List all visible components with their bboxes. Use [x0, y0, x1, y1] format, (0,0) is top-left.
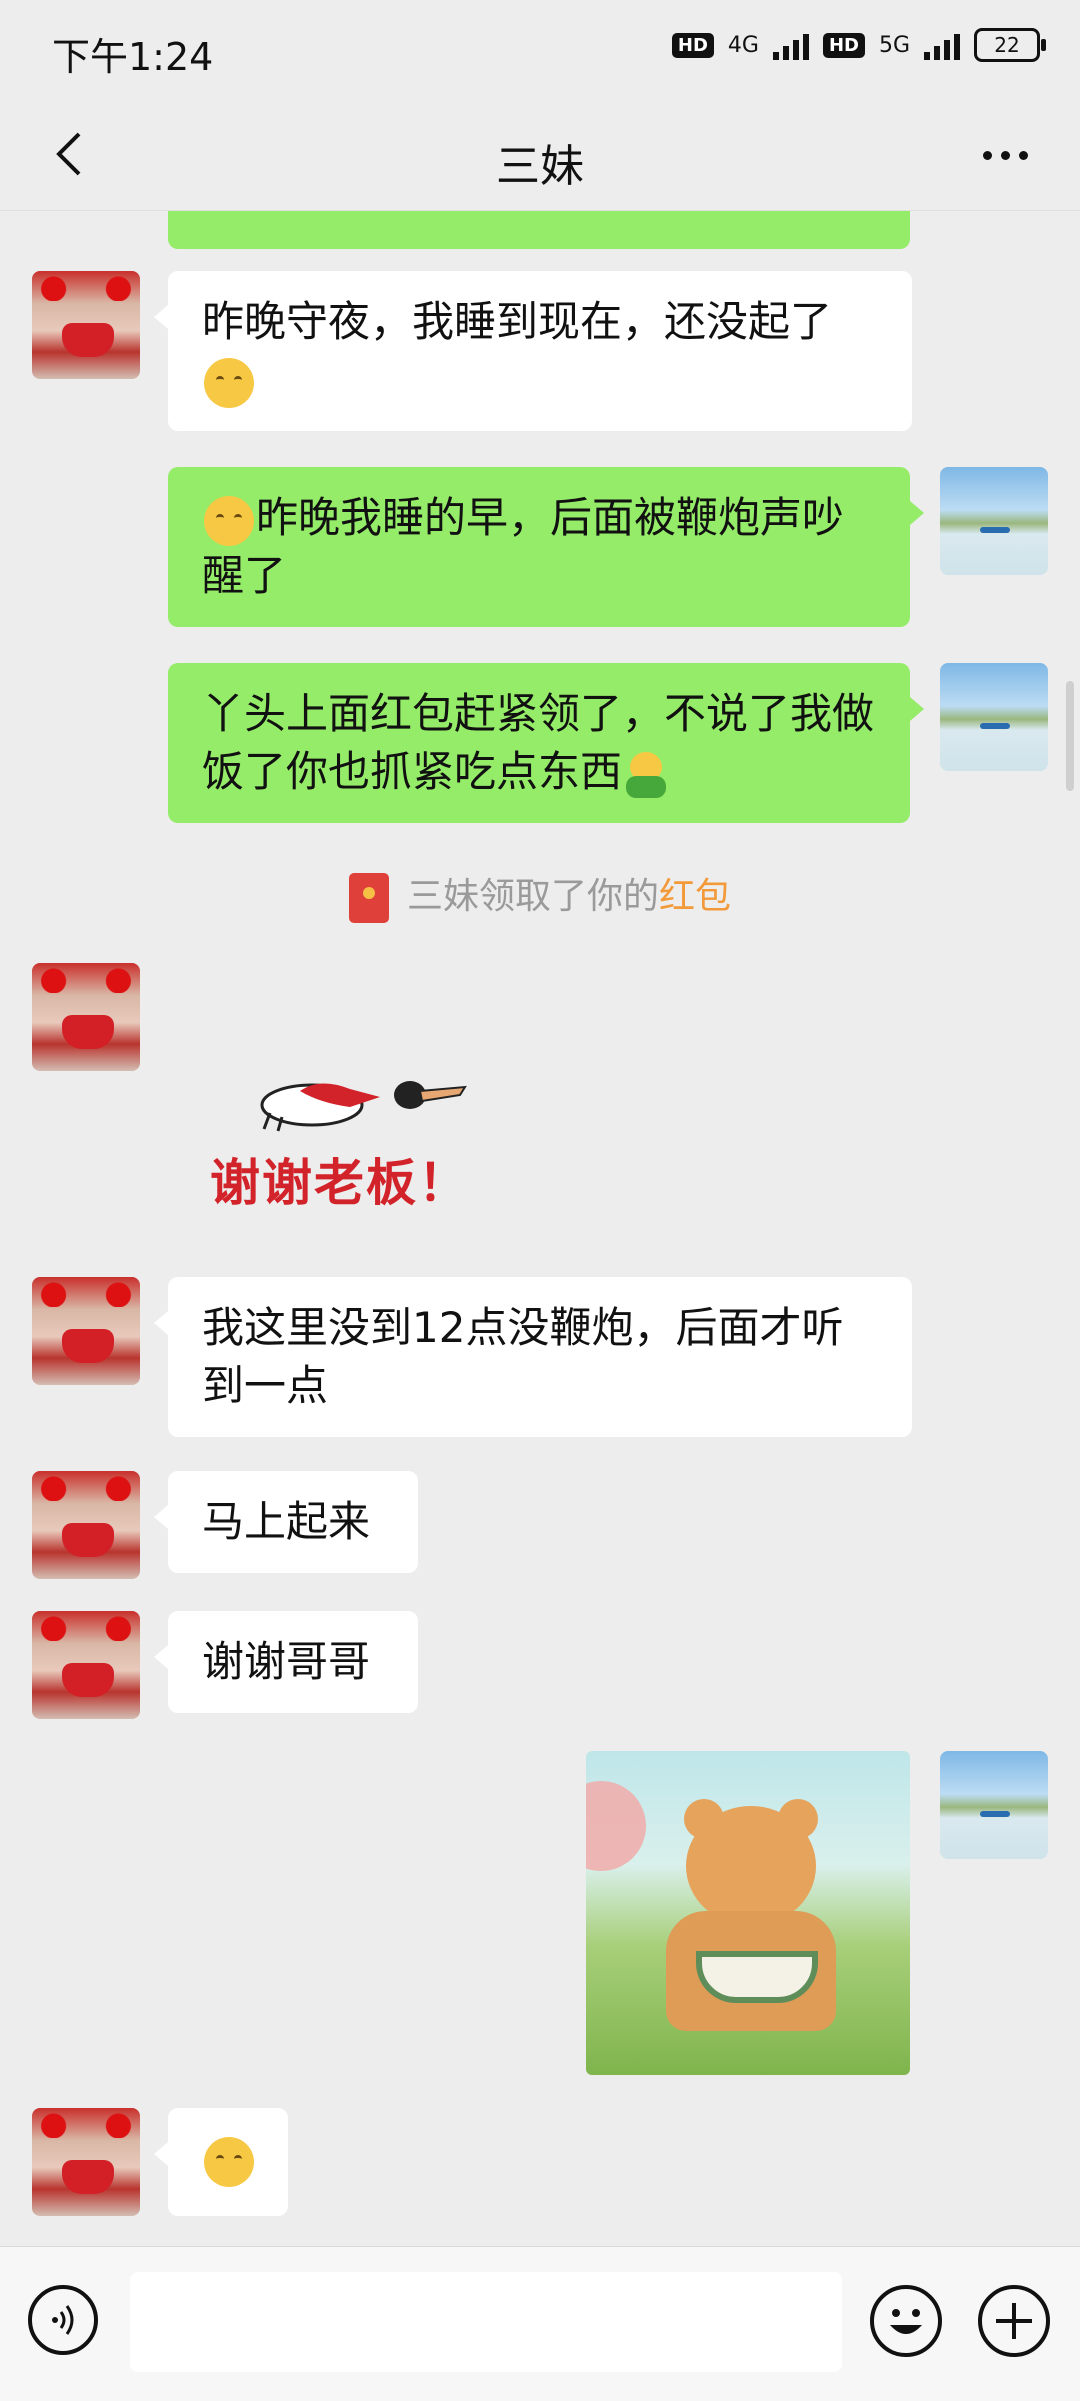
chat-header: 三妹	[0, 100, 1080, 211]
hd-badge-2: HD	[822, 32, 865, 58]
avatar[interactable]	[32, 1611, 140, 1719]
emoji-button[interactable]	[870, 2285, 942, 2357]
scrollbar[interactable]	[1066, 681, 1074, 791]
status-bar: 下午1:24 HD 4G HD 5G 22	[0, 0, 1080, 100]
system-text: 三妹领取了你的	[406, 876, 659, 917]
status-icons: HD 4G HD 5G 22	[671, 28, 1046, 62]
network-label: 4G	[727, 32, 759, 58]
status-time: 下午1:24	[52, 35, 214, 79]
avatar[interactable]	[32, 963, 140, 1071]
avatar[interactable]	[32, 1277, 140, 1385]
message-list[interactable]: 昨晚守夜，我睡到现在，还没起了 昨晚我睡的早，后面被鞭炮声吵醒了 丫头上面红包赶…	[0, 211, 1080, 2246]
message-bubble[interactable]: 马上起来	[154, 1471, 418, 1573]
plus-button[interactable]	[978, 2285, 1050, 2357]
thinking-face-icon	[204, 357, 254, 408]
my-avatar[interactable]	[940, 663, 1048, 771]
network-label-2: 5G	[878, 32, 910, 58]
message-bubble[interactable]: 昨晚我睡的早，后面被鞭炮声吵醒了	[168, 467, 924, 627]
my-avatar[interactable]	[940, 1751, 1048, 1859]
message-text: 谢谢哥哥	[202, 1637, 371, 1686]
plus-icon	[996, 2303, 1032, 2339]
sticker-caption: 谢谢老板！	[210, 1153, 470, 1212]
message-text: 昨晚守夜，我睡到现在，还没起了	[202, 297, 833, 346]
avatar[interactable]	[32, 271, 140, 379]
avatar[interactable]	[32, 2108, 140, 2216]
message-bubble[interactable]: 我这里没到12点没鞭炮，后面才听到一点	[154, 1277, 912, 1437]
message-bubble[interactable]	[154, 2108, 288, 2216]
message-input[interactable]	[130, 2272, 842, 2372]
more-button[interactable]	[970, 130, 1040, 180]
chat-title: 三妹	[496, 141, 584, 192]
battery-icon: 22	[974, 28, 1046, 62]
message-text: 马上起来	[202, 1497, 371, 1546]
message-bubble[interactable]: 谢谢哥哥	[154, 1611, 418, 1713]
more-horizontal-icon	[982, 150, 992, 160]
input-bar	[0, 2246, 1080, 2401]
signal-icon-2	[924, 30, 960, 60]
message-bubble[interactable]: 丫头上面红包赶紧领了，不说了我做饭了你也抓紧吃点东西	[168, 663, 924, 823]
message-text: 昨晚我睡的早，后面被鞭炮声吵醒了	[202, 493, 845, 600]
message-text: 我这里没到12点没鞭炮，后面才听到一点	[202, 1303, 844, 1410]
hugging-face-icon	[622, 750, 670, 800]
message-bubble-partial[interactable]	[168, 211, 910, 249]
message-text: 丫头上面红包赶紧领了，不说了我做饭了你也抓紧吃点东西	[202, 689, 875, 796]
red-packet-icon	[348, 873, 389, 923]
signal-icon	[772, 30, 809, 60]
sweat-face-icon	[204, 495, 254, 546]
voice-icon	[52, 2305, 74, 2335]
shy-face-icon	[204, 2136, 254, 2187]
system-notice: 三妹领取了你的红包	[0, 867, 1080, 923]
emoji-icon	[890, 2309, 922, 2334]
lying-person-icon	[260, 1081, 467, 1132]
my-avatar[interactable]	[940, 467, 1048, 575]
message-bubble[interactable]: 昨晚守夜，我睡到现在，还没起了	[154, 271, 912, 431]
hd-badge: HD	[671, 32, 714, 58]
sticker[interactable]: 谢谢老板！	[210, 963, 490, 1253]
avatar[interactable]	[32, 1471, 140, 1579]
voice-button[interactable]	[28, 2285, 98, 2355]
bear-sticker-image[interactable]	[586, 1751, 910, 2075]
red-packet-link[interactable]: 红包	[659, 876, 731, 917]
